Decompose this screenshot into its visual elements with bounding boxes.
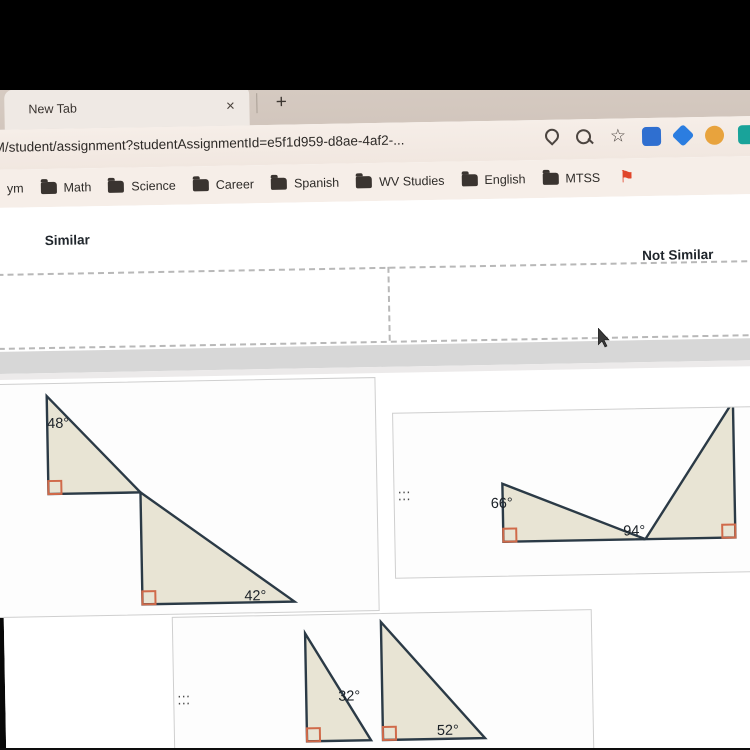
assignment-canvas: Similar Not Similar 48° 42° 66° 94° ⋯ ⋯ …: [0, 193, 750, 750]
answer-card-left[interactable]: 48° 42°: [0, 377, 380, 619]
drag-handle-right[interactable]: ⋯ ⋯: [397, 484, 411, 506]
folder-icon: [40, 181, 57, 195]
bookmark-label: MTSS: [565, 170, 601, 186]
bucket-label-similar: Similar: [44, 232, 91, 249]
folder-icon: [192, 179, 209, 192]
answer-card-right[interactable]: 66° 94°: [392, 405, 750, 579]
bookmark-label: Career: [215, 177, 255, 192]
bookmark-star-icon[interactable]: ☆: [608, 125, 628, 147]
bookmark-label: English: [484, 172, 526, 188]
triangle-52: [379, 618, 488, 742]
triangle-32: [303, 629, 374, 743]
extension-blue-icon[interactable]: [641, 126, 662, 146]
extension-orange-icon[interactable]: [704, 125, 725, 145]
close-icon[interactable]: ×: [221, 97, 239, 114]
figure-pair-left: [45, 393, 299, 606]
tab-divider: [256, 93, 258, 114]
bookmark-item-science[interactable]: Science: [108, 179, 176, 194]
extension-diamond-icon[interactable]: [671, 124, 695, 147]
folder-icon: [356, 176, 373, 189]
bookmark-item-math[interactable]: Math: [40, 180, 91, 195]
triangle-48: [45, 393, 144, 496]
angle-label-52: 52°: [436, 722, 459, 739]
tab-title: New Tab: [28, 101, 77, 117]
address-bar-icons: ☆: [540, 123, 750, 149]
bookmark-item-mtss[interactable]: MTSS: [542, 171, 600, 186]
screen-photo: New Tab × + ath.com/BIM/student/assignme…: [0, 0, 750, 750]
bookmark-label: ym: [6, 181, 24, 196]
figure-pair-bottom: [303, 618, 488, 743]
angle-label-94: 94°: [623, 523, 646, 540]
screen-bezel-top: [0, 0, 750, 90]
triangle-94: [643, 406, 737, 541]
answer-card-bottom[interactable]: 32° 52°: [171, 609, 595, 750]
dropzone-top-border: [0, 259, 750, 276]
red-flag-icon[interactable]: ⚑: [619, 167, 635, 187]
bookmark-item-english[interactable]: English: [461, 172, 526, 188]
bookmark-label: WV Studies: [379, 173, 445, 189]
angle-label-48: 48°: [47, 415, 70, 433]
bookmark-label: Math: [63, 180, 92, 195]
angle-label-42: 42°: [244, 588, 267, 605]
figure-pair-right: [501, 406, 737, 543]
bookmark-label: Science: [131, 178, 176, 194]
new-tab-button[interactable]: +: [269, 91, 293, 115]
address-bar-url[interactable]: ath.com/BIM/student/assignment?studentAs…: [0, 132, 405, 156]
location-pin-icon[interactable]: [540, 127, 560, 149]
folder-icon: [542, 172, 559, 185]
browser-window: New Tab × + ath.com/BIM/student/assignme…: [0, 71, 750, 750]
mouse-cursor: [598, 328, 610, 348]
folder-icon: [461, 174, 478, 187]
bookmark-item-spanish[interactable]: Spanish: [270, 175, 340, 191]
folder-icon: [108, 180, 125, 193]
angle-label-66: 66°: [490, 495, 513, 512]
bookmark-item-gym[interactable]: ym: [0, 181, 24, 196]
search-icon[interactable]: [574, 126, 594, 148]
extension-teal-icon[interactable]: [737, 124, 750, 144]
bookmark-item-wv-studies[interactable]: WV Studies: [356, 174, 445, 190]
tab-new-tab[interactable]: New Tab ×: [4, 85, 250, 130]
angle-label-32: 32°: [338, 688, 361, 705]
bookmark-item-career[interactable]: Career: [192, 177, 255, 192]
dropzone-divider: [387, 266, 391, 341]
triangle-42: [139, 490, 299, 606]
folder-icon: [270, 177, 288, 190]
bookmark-label: Spanish: [293, 175, 340, 191]
drag-handle-bottom[interactable]: ⋯ ⋯: [177, 688, 191, 710]
